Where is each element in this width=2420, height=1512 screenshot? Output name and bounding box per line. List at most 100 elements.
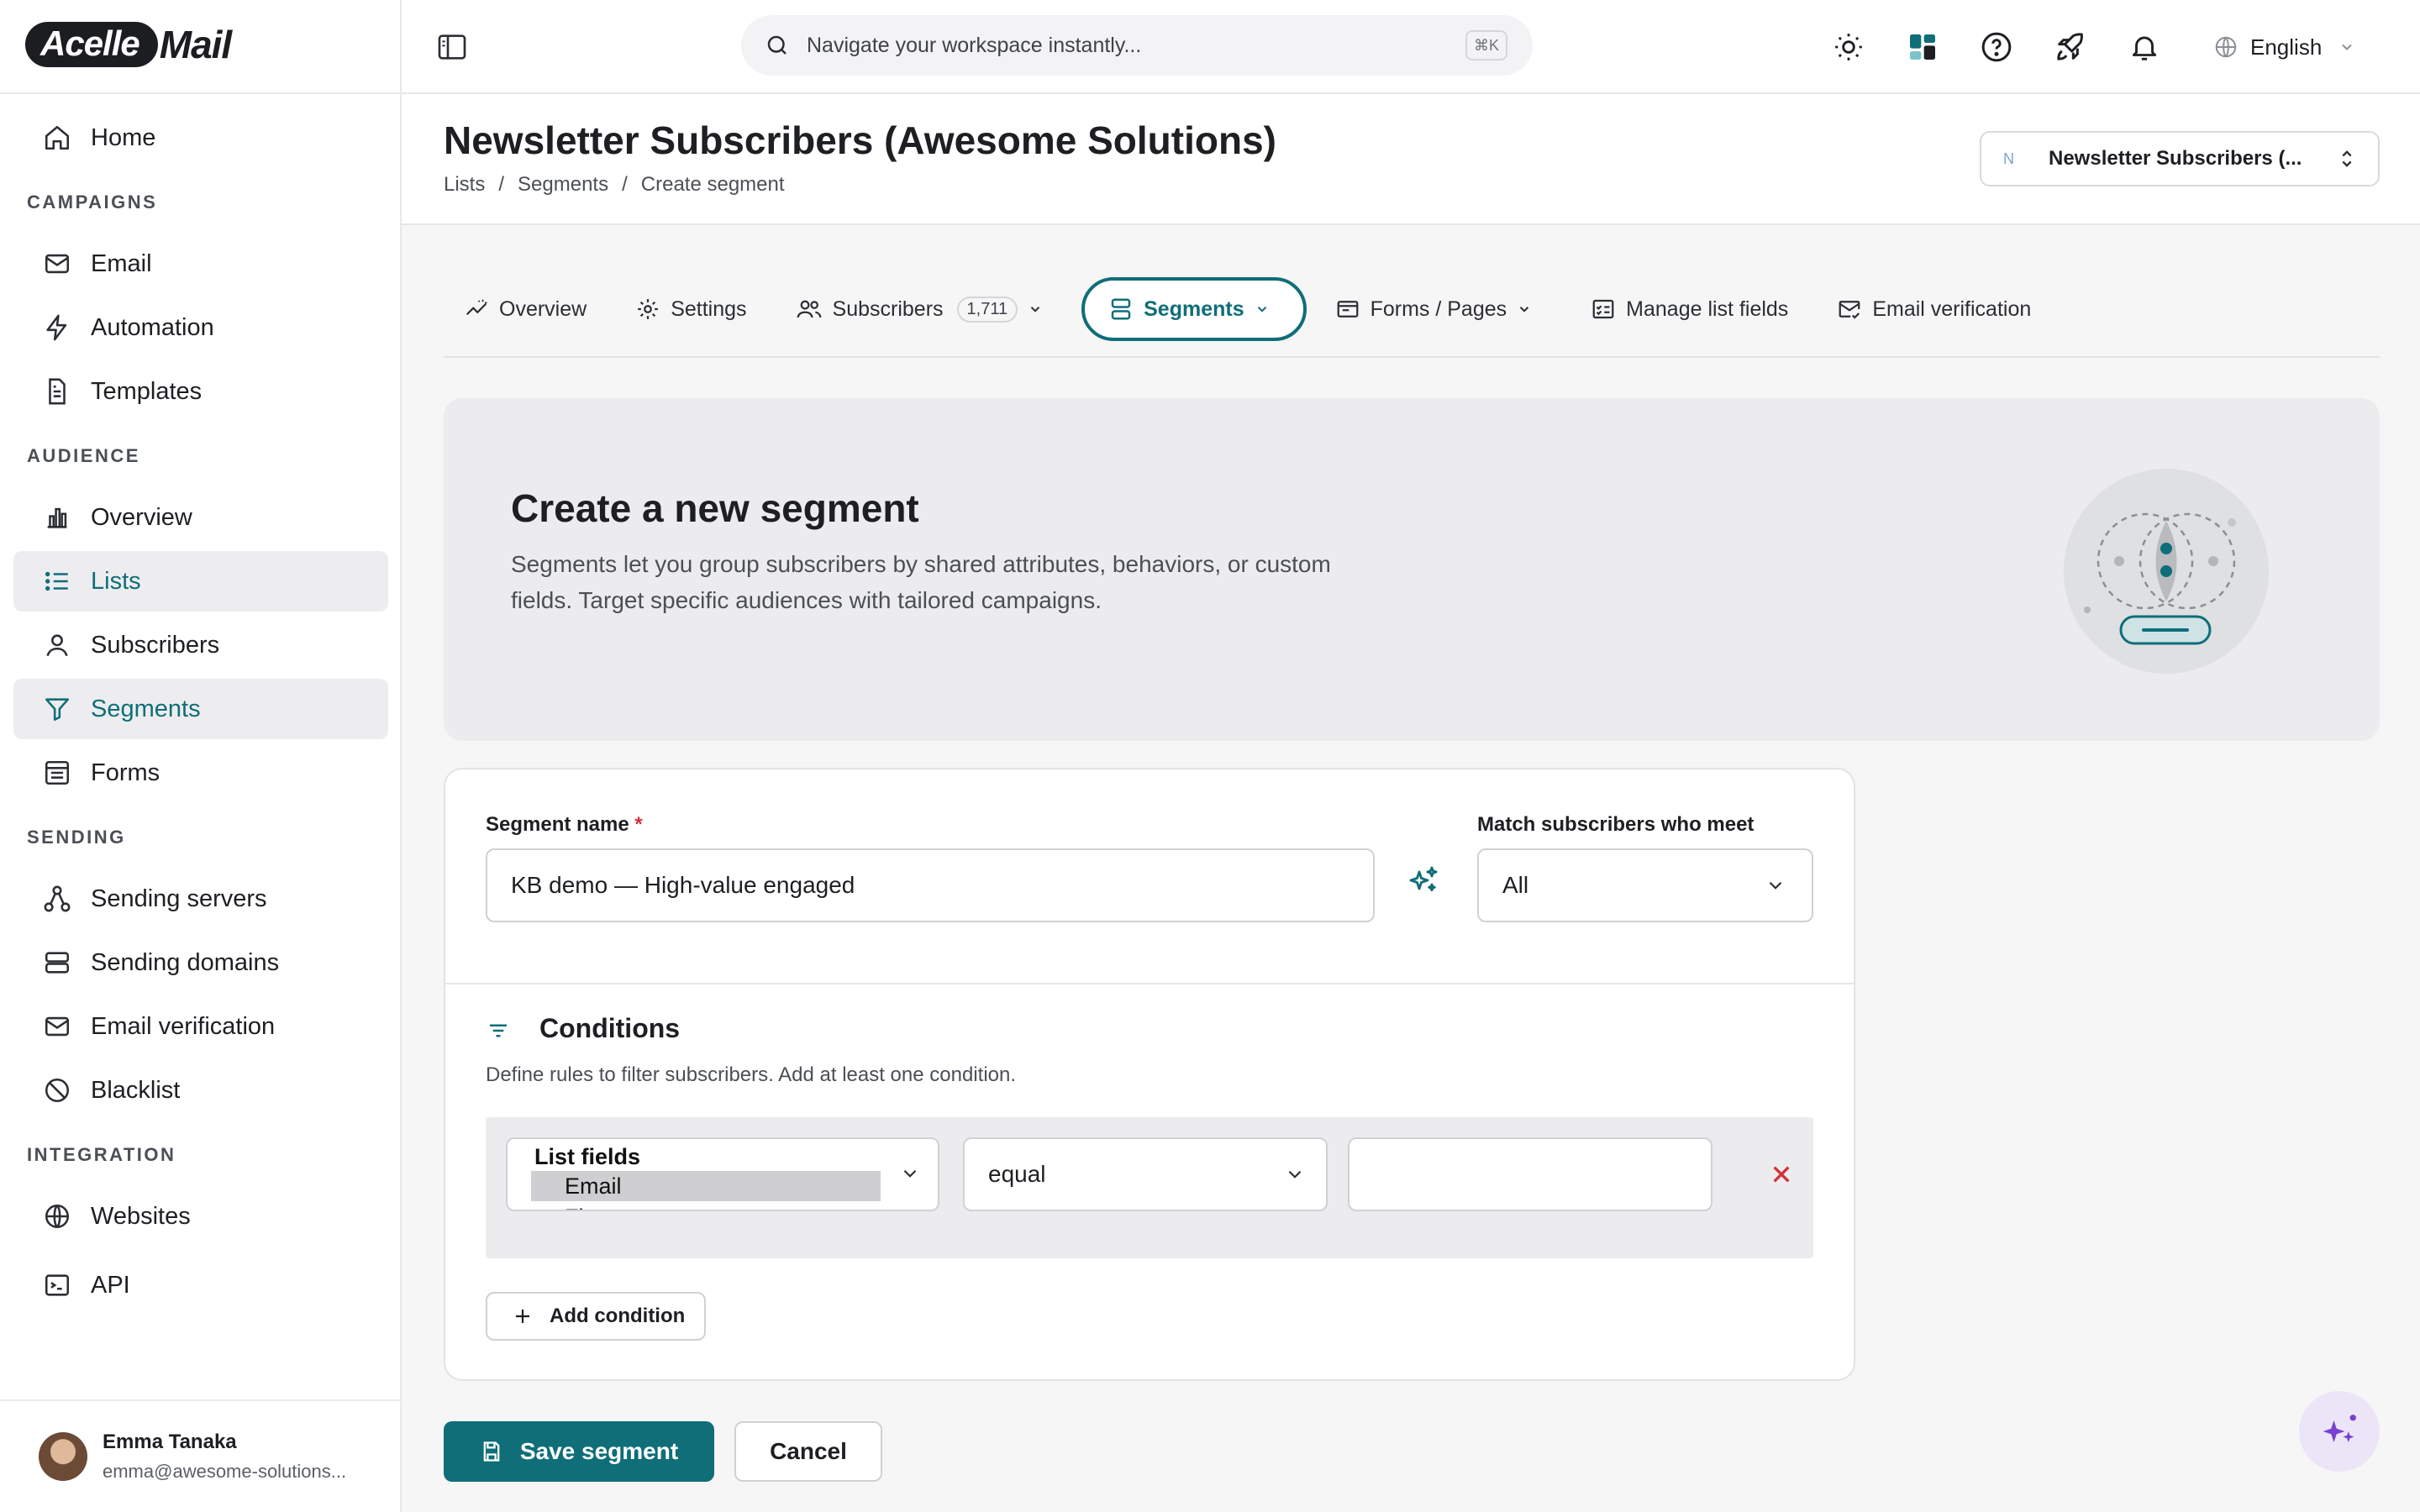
cancel-button[interactable]: Cancel xyxy=(734,1421,882,1482)
sidebar-item-templates[interactable]: Templates xyxy=(13,361,388,422)
bar-chart-icon xyxy=(40,501,74,534)
user-profile[interactable]: Emma Tanaka emma@awesome-solutions... xyxy=(0,1399,402,1512)
gear-icon xyxy=(635,297,671,322)
top-bar: Navigate your workspace instantly... ⌘K … xyxy=(402,0,2420,94)
tab-subscribers[interactable]: Subscribers 1,711 xyxy=(776,277,1074,341)
filter-lines-icon xyxy=(486,1018,511,1043)
section-audience: AUDIENCE xyxy=(27,445,140,466)
save-icon xyxy=(480,1440,520,1463)
required-mark: * xyxy=(634,813,643,836)
list-initial-badge: N xyxy=(2003,150,2014,167)
sidebar-item-label: Overview xyxy=(91,503,192,531)
add-condition-label: Add condition xyxy=(550,1305,686,1327)
user-icon xyxy=(40,628,74,662)
sidebar-item-overview[interactable]: Overview xyxy=(13,487,388,548)
breadcrumb-separator: / xyxy=(498,173,505,196)
language-label: English xyxy=(2250,34,2323,60)
sidebar-item-email-verification[interactable]: Email verification xyxy=(13,996,388,1057)
segment-name-input[interactable]: KB demo — High-value engaged xyxy=(486,848,1375,922)
ban-icon xyxy=(40,1074,74,1107)
sidebar-item-lists[interactable]: Lists xyxy=(13,551,388,612)
list-icon xyxy=(40,564,74,598)
sidebar-item-forms[interactable]: Forms xyxy=(13,743,388,803)
filter-icon xyxy=(40,692,74,726)
ai-assistant-button[interactable] xyxy=(2299,1391,2380,1472)
tab-segments[interactable]: Segments xyxy=(1081,277,1307,341)
sidebar-item-api[interactable]: API xyxy=(13,1255,388,1315)
save-segment-label: Save segment xyxy=(519,1438,679,1464)
tab-manage-list-fields[interactable]: Manage list fields xyxy=(1570,277,1808,341)
operator-select[interactable]: equal xyxy=(963,1137,1328,1211)
chevron-down-icon xyxy=(2338,39,2355,55)
sidebar-item-home[interactable]: Home xyxy=(13,108,388,168)
globe-icon xyxy=(40,1200,74,1233)
sidebar-item-label: Forms xyxy=(91,759,160,786)
avatar xyxy=(39,1432,87,1481)
server-icon xyxy=(40,946,74,979)
sidebar-item-label: Lists xyxy=(91,567,141,595)
add-condition-button[interactable]: Add condition xyxy=(486,1292,706,1341)
tab-email-verification[interactable]: Email verification xyxy=(1817,277,2051,341)
intro-banner: Create a new segment Segments let you gr… xyxy=(444,398,2380,741)
sidebar-item-sending-servers[interactable]: Sending servers xyxy=(13,869,388,929)
section-sending: SENDING xyxy=(27,827,126,848)
sidebar-divider xyxy=(0,92,402,94)
logo-text-left: Acelle xyxy=(25,22,158,67)
sparkles-icon[interactable] xyxy=(1407,864,1440,897)
search-bar[interactable]: Navigate your workspace instantly... ⌘K xyxy=(741,15,1533,76)
tab-forms-pages[interactable]: Forms / Pages xyxy=(1315,277,1563,341)
segments-icon xyxy=(1108,297,1144,322)
sparkles-icon xyxy=(2317,1410,2361,1453)
match-select[interactable]: All xyxy=(1477,848,1813,922)
sidebar-item-label: Automation xyxy=(91,313,214,341)
list-switcher[interactable]: N Newsletter Subscribers (... xyxy=(1980,131,2380,186)
mail-icon xyxy=(40,247,74,281)
breadcrumb-lists[interactable]: Lists xyxy=(444,173,485,197)
sidebar-item-label: Blacklist xyxy=(91,1076,181,1104)
condition-value-input[interactable] xyxy=(1348,1137,1712,1211)
tab-label: Forms / Pages xyxy=(1370,297,1507,321)
save-segment-button[interactable]: Save segment xyxy=(444,1421,714,1482)
app-logo[interactable]: Acelle Mail xyxy=(25,18,232,71)
chevron-down-icon xyxy=(1765,874,1786,896)
bell-icon[interactable] xyxy=(2126,29,2163,66)
field-option[interactable]: First name xyxy=(565,1205,672,1210)
match-label: Match subscribers who meet xyxy=(1477,813,1754,836)
field-option-selected[interactable]: Email xyxy=(531,1171,881,1201)
sidebar-item-label: Templates xyxy=(91,377,203,405)
user-email: emma@awesome-solutions... xyxy=(103,1461,347,1482)
segment-form-card: Segment name * KB demo — High-value enga… xyxy=(444,768,1855,1381)
sidebar-item-label: API xyxy=(91,1271,130,1299)
sidebar-item-label: Segments xyxy=(91,695,201,722)
tab-settings[interactable]: Settings xyxy=(615,277,766,341)
segment-illustration-icon xyxy=(2057,462,2275,680)
tab-label: Settings xyxy=(671,297,747,321)
activity-icon xyxy=(464,297,499,322)
mail-check-icon xyxy=(1837,297,1872,322)
sidebar-item-email[interactable]: Email xyxy=(13,234,388,294)
sidebar-item-websites[interactable]: Websites xyxy=(13,1186,388,1247)
remove-condition-icon[interactable] xyxy=(1765,1158,1798,1191)
sidebar-item-sending-domains[interactable]: Sending domains xyxy=(13,932,388,993)
search-icon xyxy=(765,33,790,58)
rocket-icon[interactable] xyxy=(2052,29,2089,66)
sidebar-item-label: Email verification xyxy=(91,1012,276,1040)
breadcrumb-segments[interactable]: Segments xyxy=(518,173,608,197)
sidebar-item-blacklist[interactable]: Blacklist xyxy=(13,1060,388,1121)
sidebar-item-segments[interactable]: Segments xyxy=(13,679,388,739)
language-selector[interactable]: English xyxy=(2213,29,2355,66)
search-input[interactable]: Navigate your workspace instantly... xyxy=(807,34,1465,58)
app-switcher-icon[interactable] xyxy=(1904,29,1941,66)
segment-name-label-text: Segment name xyxy=(486,813,629,836)
document-icon xyxy=(40,375,74,408)
sidebar-item-subscribers[interactable]: Subscribers xyxy=(13,615,388,675)
sidebar-item-automation[interactable]: Automation xyxy=(13,297,388,358)
field-select[interactable]: List fields Email First name xyxy=(506,1137,939,1211)
network-icon xyxy=(40,882,74,916)
operator-value: equal xyxy=(988,1161,1046,1187)
sun-icon[interactable] xyxy=(1830,29,1867,66)
sidebar-toggle-icon[interactable] xyxy=(435,30,469,64)
tab-overview[interactable]: Overview xyxy=(444,277,607,341)
help-icon[interactable] xyxy=(1978,29,2015,66)
chevron-up-down-icon xyxy=(2338,147,2356,171)
